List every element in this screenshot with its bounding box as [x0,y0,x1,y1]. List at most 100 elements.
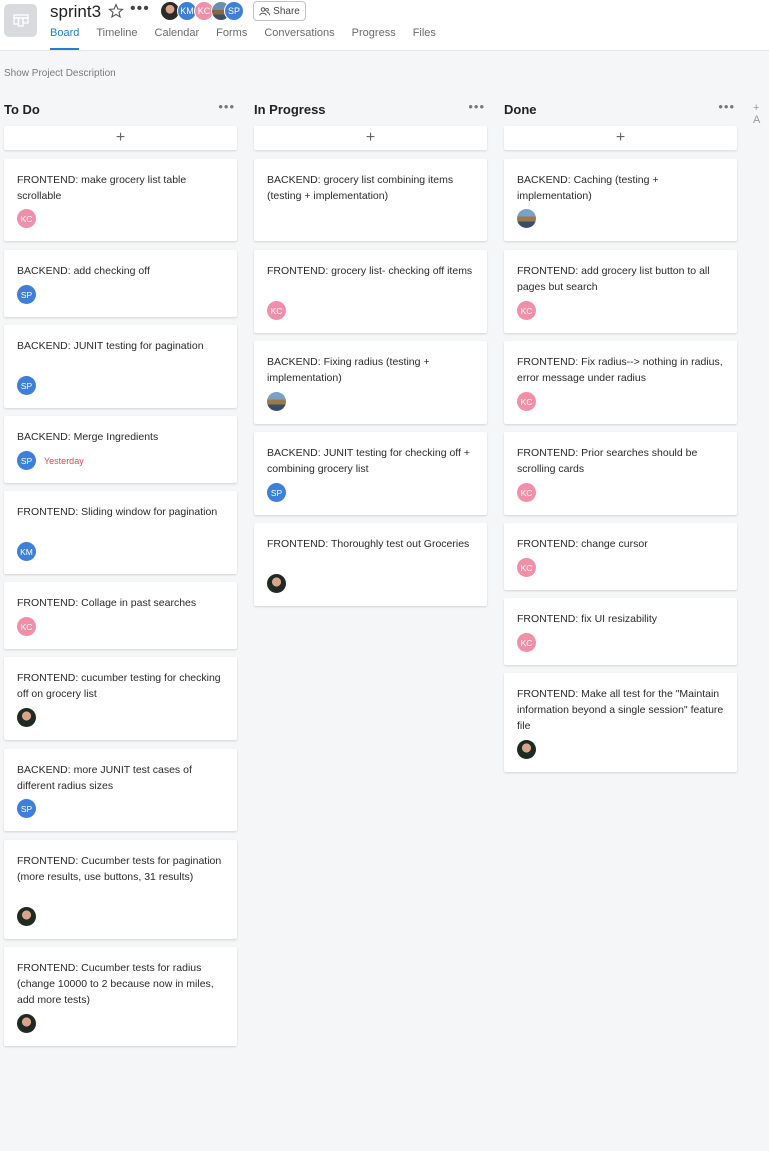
task-title: FRONTEND: grocery list- checking off ite… [267,265,473,277]
assignee-avatar-photo-landscape[interactable] [517,209,536,228]
tab-calendar[interactable]: Calendar [155,26,200,50]
assignee-avatar-sp[interactable]: SP [17,285,36,304]
task-title: FRONTEND: Make all test for the "Maintai… [517,688,724,732]
assignee-avatar-kc[interactable]: KC [517,483,536,502]
task-title: FRONTEND: Collage in past searches [17,597,197,609]
task-card[interactable]: FRONTEND: fix UI resizability KC [504,598,737,665]
column-header: Done ••• [504,99,737,123]
task-footer [517,740,536,759]
task-footer: KC [517,633,536,652]
share-label: Share [273,5,300,17]
add-task-button[interactable]: + [4,126,237,150]
assignee-avatar-kc[interactable]: KC [517,392,536,411]
task-title: FRONTEND: Thoroughly test out Groceries [267,538,470,550]
tab-timeline[interactable]: Timeline [96,26,137,50]
project-more-icon[interactable]: ••• [130,1,150,17]
column-more-icon[interactable]: ••• [218,99,235,114]
add-task-button[interactable]: + [504,126,737,150]
task-footer: SP [267,483,286,502]
assignee-avatar-kc[interactable]: KC [517,558,536,577]
assignee-avatar-km[interactable]: KM [17,542,36,561]
assignee-avatar-sp[interactable]: SP [267,483,286,502]
tab-forms[interactable]: Forms [216,26,247,50]
show-project-description-link[interactable]: Show Project Description [4,68,116,79]
task-card[interactable]: FRONTEND: Collage in past searches KC [4,582,237,649]
tab-board[interactable]: Board [50,26,80,50]
task-card[interactable]: BACKEND: more JUNIT test cases of differ… [4,749,237,831]
task-card[interactable]: FRONTEND: add grocery list button to all… [504,250,737,333]
task-card[interactable]: BACKEND: Merge Ingredients SP Yesterday [4,416,237,483]
column-title: In Progress [254,102,326,117]
task-card[interactable]: BACKEND: Caching (testing + implementati… [504,159,737,241]
assignee-avatar-kc[interactable]: KC [17,617,36,636]
task-card[interactable]: FRONTEND: Fix radius--> nothing in radiu… [504,341,737,424]
add-task-button[interactable]: + [254,126,487,150]
column-in-progress: In Progress ••• + BACKEND: grocery list … [254,99,487,606]
task-card[interactable]: FRONTEND: change cursor KC [504,523,737,590]
assignee-avatar-kc[interactable]: KC [517,633,536,652]
task-card[interactable]: BACKEND: JUNIT testing for checking off … [254,432,487,515]
assignee-avatar-kc[interactable]: KC [17,209,36,228]
tab-files[interactable]: Files [413,26,436,50]
task-title: BACKEND: more JUNIT test cases of differ… [17,764,192,792]
task-footer [17,907,36,926]
task-card[interactable]: FRONTEND: make grocery list table scroll… [4,159,237,241]
assignee-avatar-kc[interactable]: KC [267,301,286,320]
column-more-icon[interactable]: ••• [718,99,735,114]
task-footer [17,708,36,727]
share-button[interactable]: Share [253,1,306,21]
column-more-icon[interactable]: ••• [468,99,485,114]
task-footer: KC [267,301,286,320]
column-to-do: To Do ••• + FRONTEND: make grocery list … [4,99,237,1046]
task-card[interactable]: FRONTEND: Cucumber tests for pagination … [4,840,237,939]
assignee-avatar-photo[interactable] [17,1014,36,1033]
task-card[interactable]: FRONTEND: Sliding window for pagination K… [4,491,237,574]
task-footer [267,574,286,593]
assignee-avatar-photo[interactable] [517,740,536,759]
task-footer: KC [17,617,36,636]
people-icon [259,6,271,16]
project-title[interactable]: sprint3 [50,2,101,22]
task-card[interactable]: FRONTEND: Prior searches should be scrol… [504,432,737,515]
task-footer: SP [17,376,36,395]
task-footer: KC [17,209,36,228]
task-footer: KC [517,558,536,577]
assignee-avatar-kc[interactable]: KC [517,301,536,320]
assignee-avatar-sp[interactable]: SP [17,799,36,818]
assignee-avatar-photo-landscape[interactable] [267,392,286,411]
board-icon[interactable] [4,4,37,37]
tab-progress[interactable]: Progress [352,26,396,50]
assignee-avatar-sp[interactable]: SP [17,451,36,470]
task-footer: KC [517,392,536,411]
project-tabs: Board Timeline Calendar Forms Conversati… [50,26,453,50]
task-title: FRONTEND: Prior searches should be scrol… [517,447,698,475]
task-footer: SP [17,285,36,304]
assignee-avatar-photo[interactable] [17,708,36,727]
add-column-button[interactable]: + A [753,102,769,126]
task-card[interactable]: FRONTEND: cucumber testing for checking … [4,657,237,740]
task-card[interactable]: FRONTEND: Thoroughly test out Groceries [254,523,487,606]
task-title: BACKEND: Fixing radius (testing + implem… [267,356,430,384]
task-card[interactable]: FRONTEND: Make all test for the "Maintai… [504,673,737,772]
task-card[interactable]: BACKEND: Fixing radius (testing + implem… [254,341,487,424]
task-title: FRONTEND: make grocery list table scroll… [17,174,187,202]
tab-conversations[interactable]: Conversations [264,26,334,50]
task-title: FRONTEND: Sliding window for pagination [17,506,218,518]
task-title: FRONTEND: Cucumber tests for pagination … [17,855,222,883]
task-card[interactable]: FRONTEND: grocery list- checking off ite… [254,250,487,333]
task-card[interactable]: BACKEND: JUNIT testing for pagination SP [4,325,237,408]
task-card[interactable]: BACKEND: grocery list combining items (t… [254,159,487,241]
assignee-avatar-photo[interactable] [17,907,36,926]
star-icon[interactable] [108,3,124,19]
task-card[interactable]: FRONTEND: Cucumber tests for radius (cha… [4,947,237,1046]
member-avatar-sp[interactable]: SP [224,1,244,21]
task-title: FRONTEND: add grocery list button to all… [517,265,710,293]
task-title: BACKEND: Caching (testing + implementati… [517,174,659,202]
task-title: FRONTEND: change cursor [517,538,648,550]
assignee-avatar-sp[interactable]: SP [17,376,36,395]
assignee-avatar-photo[interactable] [267,574,286,593]
task-card[interactable]: BACKEND: add checking off SP [4,250,237,317]
task-footer: KC [517,301,536,320]
due-date[interactable]: Yesterday [44,456,84,466]
task-footer [17,1014,36,1033]
